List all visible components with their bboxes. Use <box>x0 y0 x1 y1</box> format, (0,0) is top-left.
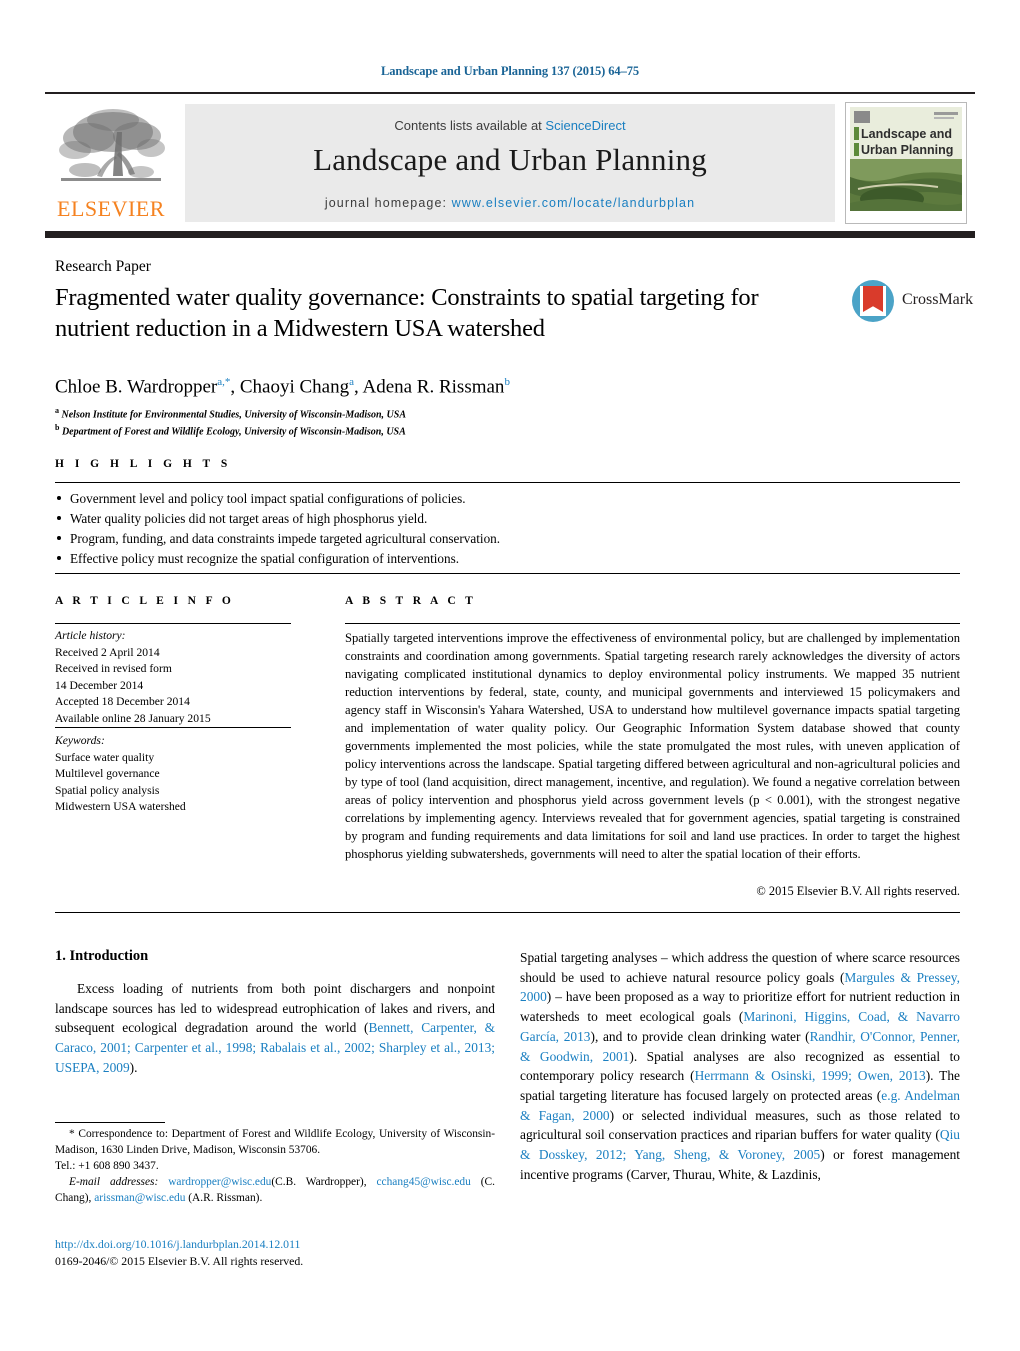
paper-page: Landscape and Urban Planning 137 (2015) … <box>0 0 1020 1351</box>
email-addresses-line: E-mail addresses: wardropper@wisc.edu(C.… <box>55 1175 496 1204</box>
highlights-rule-top <box>55 482 960 484</box>
intro-paragraph-right: Spatial targeting analyses – which addre… <box>520 950 961 1182</box>
masthead-panel: Contents lists available at ScienceDirec… <box>185 104 835 222</box>
journal-homepage-line: journal homepage: www.elsevier.com/locat… <box>185 196 835 210</box>
crossmark-icon <box>852 280 894 322</box>
email-link-rissman[interactable]: arissman@wisc.edu <box>94 1192 185 1204</box>
contents-prefix: Contents lists available at <box>394 118 546 133</box>
intro-paragraph-left: Excess loading of nutrients from both po… <box>55 981 495 1075</box>
affiliation-text-b: Department of Forest and Wildlife Ecolog… <box>61 426 406 438</box>
keyword-item: Midwestern USA watershed <box>55 800 186 814</box>
issn-copyright-line: 0169-2046/© 2015 Elsevier B.V. All right… <box>55 1253 304 1268</box>
elsevier-logo: ELSEVIER <box>52 104 170 222</box>
journal-title: Landscape and Urban Planning <box>313 142 707 177</box>
journal-homepage-link[interactable]: www.elsevier.com/locate/landurbplan <box>452 196 695 210</box>
article-info-rule <box>55 623 291 625</box>
list-item: Water quality policies did not target ar… <box>55 509 835 529</box>
list-item: Effective policy must recognize the spat… <box>55 549 835 569</box>
abstract-block-bottom-rule <box>55 912 960 914</box>
crossmark-badge[interactable]: CrossMark <box>852 280 973 324</box>
running-head: Landscape and Urban Planning 137 (2015) … <box>380 64 640 78</box>
author-list: Chloe B. Wardroppera,*, Chaoyi Changa, A… <box>55 376 510 398</box>
article-history-line: Accepted 18 December 2014 <box>55 695 190 709</box>
doi-link[interactable]: http://dx.doi.org/10.1016/j.landurbplan.… <box>55 1237 300 1251</box>
affiliation-a: a Nelson Institute for Environmental Stu… <box>55 405 755 422</box>
keywords-label: Keywords: <box>55 734 105 747</box>
article-history-line: Received in revised form <box>55 662 172 676</box>
affiliation-list: a Nelson Institute for Environmental Stu… <box>55 405 755 440</box>
highlights-list: Government level and policy tool impact … <box>55 489 835 569</box>
telephone-line: Tel.: +1 608 890 3437. <box>55 1159 159 1172</box>
masthead-bottom-bar <box>45 231 975 238</box>
correspondence-text: Correspondence to: Department of Forest … <box>55 1128 495 1156</box>
list-item: Program, funding, and data constraints i… <box>55 529 835 549</box>
homepage-prefix: journal homepage: <box>324 196 452 210</box>
email-person-wardropper: (C.B. Wardropper) <box>271 1175 364 1188</box>
section-heading-introduction: 1. Introduction <box>55 948 149 964</box>
elsevier-wordmark: ELSEVIER <box>57 196 165 221</box>
crossmark-label: CrossMark <box>902 291 974 308</box>
page-title: Fragmented water quality governance: Con… <box>55 284 759 343</box>
body-column-left: 1. Introduction Excess loading of nutrie… <box>55 948 495 1078</box>
keywords-rule <box>55 727 291 729</box>
email-link-wardropper[interactable]: wardropper@wisc.edu <box>168 1176 271 1188</box>
affiliation-marker-b: b <box>55 423 60 433</box>
abstract-text: Spatially targeted interventions improve… <box>345 631 960 861</box>
article-history-label: Article history: <box>55 629 126 642</box>
keyword-item: Multilevel governance <box>55 767 160 781</box>
keyword-item: Surface water quality <box>55 750 155 764</box>
article-history-line: Available online 28 January 2015 <box>55 711 211 725</box>
article-type: Research Paper <box>55 258 151 275</box>
footnote-marker: * <box>69 1128 75 1140</box>
keywords-block: Keywords: Surface water quality Multilev… <box>55 733 305 816</box>
svg-text:Urban Planning: Urban Planning <box>861 143 953 157</box>
highlights-heading: H I G H L I G H T S <box>55 458 232 470</box>
footnote-rule <box>55 1122 165 1123</box>
svg-text:Landscape and: Landscape and <box>861 127 952 141</box>
elsevier-tree-icon <box>55 104 167 194</box>
affiliation-b: b Department of Forest and Wildlife Ecol… <box>55 422 755 439</box>
highlights-rule-bottom <box>55 573 960 575</box>
article-history-line: 14 December 2014 <box>55 678 144 692</box>
body-column-right: Spatial targeting analyses – which addre… <box>520 948 960 1184</box>
article-info-heading: A R T I C L E I N F O <box>55 595 235 607</box>
keyword-item: Spatial policy analysis <box>55 783 160 797</box>
email-person-rissman: (A.R. Rissman) <box>188 1191 260 1204</box>
correspondence-note: * Correspondence to: Department of Fores… <box>55 1127 495 1159</box>
email-link-chang[interactable]: cchang45@wisc.edu <box>377 1176 471 1188</box>
list-item: Government level and policy tool impact … <box>55 489 835 509</box>
abstract-rule <box>345 623 960 625</box>
journal-masthead: ELSEVIER Contents lists available at Sci… <box>45 92 975 238</box>
article-history-line: Received 2 April 2014 <box>55 645 160 659</box>
doi-block: http://dx.doi.org/10.1016/j.landurbplan.… <box>55 1236 495 1270</box>
abstract-copyright: © 2015 Elsevier B.V. All rights reserved… <box>756 884 960 898</box>
footnote-block: * Correspondence to: Department of Fores… <box>55 1127 495 1207</box>
email-label: E-mail addresses: <box>69 1175 159 1188</box>
sciencedirect-link[interactable]: ScienceDirect <box>545 118 625 133</box>
contents-available-line: Contents lists available at ScienceDirec… <box>185 118 835 133</box>
abstract-heading: A B S T R A C T <box>345 595 477 607</box>
journal-cover-thumbnail: Landscape and Urban Planning <box>845 102 967 224</box>
article-history: Article history: Received 2 April 2014 R… <box>55 628 305 727</box>
masthead-top-rule <box>45 92 975 94</box>
affiliation-text-a: Nelson Institute for Environmental Studi… <box>61 409 407 421</box>
affiliation-marker-a: a <box>55 406 59 415</box>
